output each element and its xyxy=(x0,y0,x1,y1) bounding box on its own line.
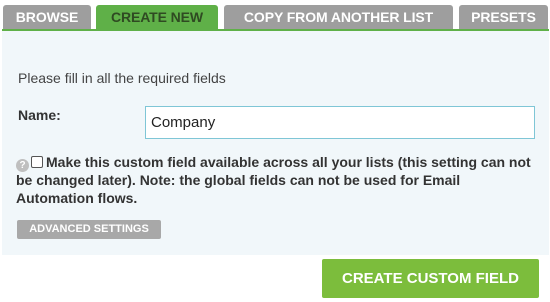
tab-bar: BROWSE CREATE NEW COPY FROM ANOTHER LIST… xyxy=(0,0,550,29)
form-instructions: Please fill in all the required fields xyxy=(18,70,226,86)
global-field-checkbox[interactable] xyxy=(31,156,43,168)
global-field-label[interactable]: Make this custom field available across … xyxy=(16,154,531,206)
create-field-panel: Please fill in all the required fields N… xyxy=(2,29,549,255)
create-custom-field-button[interactable]: CREATE CUSTOM FIELD xyxy=(322,259,539,298)
tab-create-new[interactable]: CREATE NEW xyxy=(96,5,218,29)
name-input[interactable] xyxy=(145,106,535,139)
global-field-option: ? Make this custom field available across… xyxy=(16,154,536,208)
name-label: Name: xyxy=(18,107,61,123)
help-icon[interactable]: ? xyxy=(16,159,29,172)
tab-copy-from-another-list[interactable]: COPY FROM ANOTHER LIST xyxy=(224,5,453,29)
tab-browse[interactable]: BROWSE xyxy=(3,5,91,29)
tab-presets[interactable]: PRESETS xyxy=(459,5,548,29)
advanced-settings-button[interactable]: ADVANCED SETTINGS xyxy=(17,220,161,239)
